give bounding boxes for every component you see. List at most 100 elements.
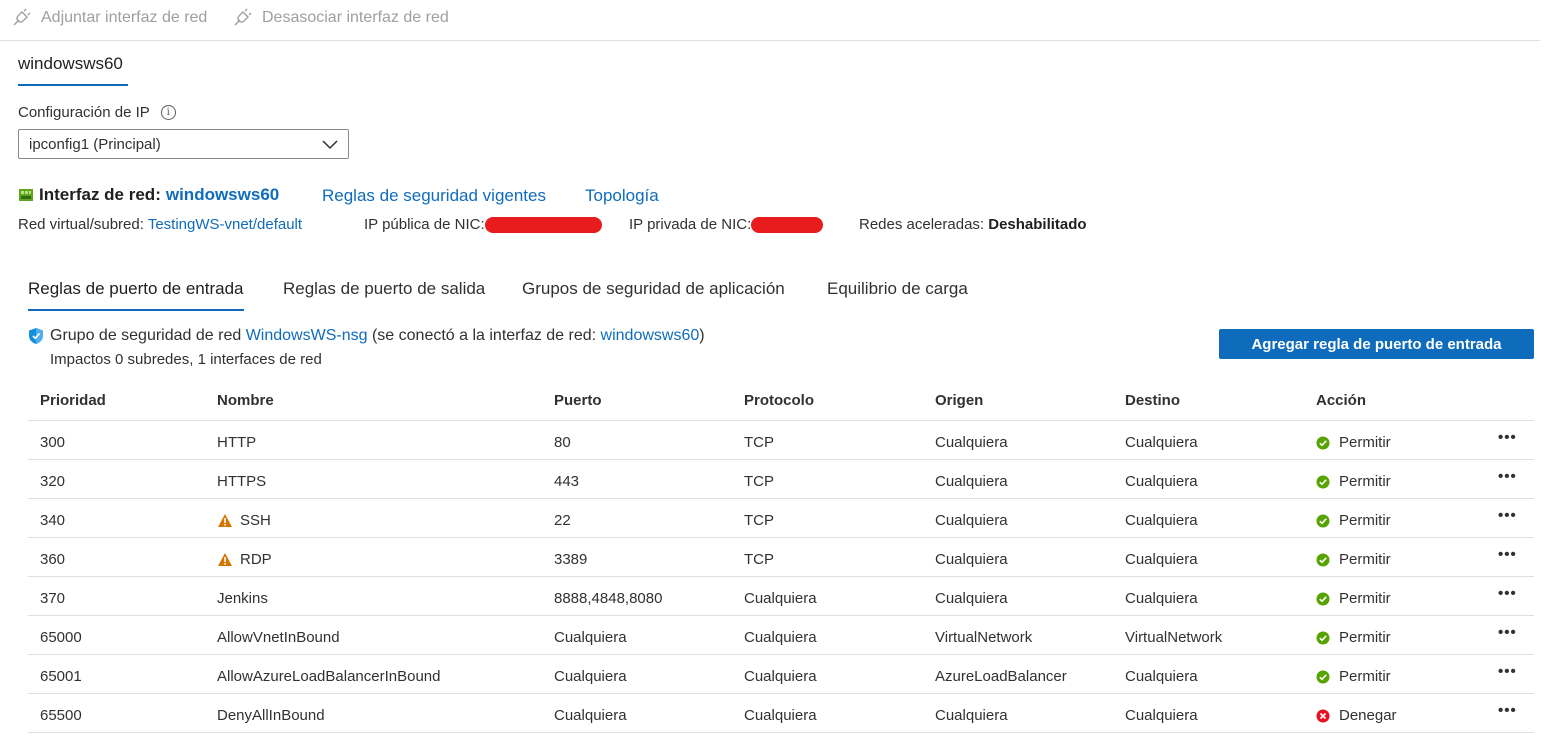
cell-destination: Cualquiera bbox=[1125, 668, 1198, 685]
more-icon[interactable]: ••• bbox=[1498, 613, 1517, 652]
column-header-name[interactable]: Nombre bbox=[217, 381, 274, 420]
column-header-source[interactable]: Origen bbox=[935, 381, 983, 420]
nsg-prefix: Grupo de seguridad de red bbox=[50, 327, 242, 344]
command-bar: Adjuntar interfaz de red Desasociar inte… bbox=[0, 0, 1540, 41]
cell-name[interactable]: SSH bbox=[217, 501, 271, 540]
cell-destination: Cualquiera bbox=[1125, 590, 1198, 607]
cell-source: Cualquiera bbox=[935, 512, 1008, 529]
table-row[interactable]: 340 SSH 22 TCP Cualquiera Cualquiera Permitir •… bbox=[28, 499, 1534, 538]
nic-name-link[interactable]: windowsws60 bbox=[166, 185, 279, 205]
table-row[interactable]: 360 RDP 3389 TCP Cualquiera Cualquiera Permiti… bbox=[28, 538, 1534, 577]
cell-source: Cualquiera bbox=[935, 551, 1008, 568]
attach-nic-button[interactable]: Adjuntar interfaz de red bbox=[11, 8, 207, 28]
column-header-port[interactable]: Puerto bbox=[554, 381, 602, 420]
cell-priority: 340 bbox=[40, 512, 66, 529]
check-circle-icon bbox=[1316, 436, 1330, 449]
vnet-link[interactable]: TestingWS-vnet/default bbox=[148, 216, 302, 233]
cell-port: 3389 bbox=[554, 551, 588, 568]
cell-action: Permitir bbox=[1316, 501, 1391, 540]
more-icon[interactable]: ••• bbox=[1498, 652, 1517, 691]
more-icon[interactable]: ••• bbox=[1498, 496, 1517, 535]
cell-destination: Cualquiera bbox=[1125, 434, 1198, 451]
add-inbound-rule-button[interactable]: Agregar regla de puerto de entrada bbox=[1219, 329, 1534, 359]
vm-tab-windowsws60[interactable]: windowsws60 bbox=[18, 54, 128, 86]
cell-port: Cualquiera bbox=[554, 668, 627, 685]
cell-name[interactable]: RDP bbox=[217, 540, 272, 579]
table-body: 300 HTTP 80 TCP Cualquiera Cualquiera Permitir… bbox=[28, 421, 1534, 733]
cell-name[interactable]: HTTP bbox=[217, 423, 256, 462]
cell-port: Cualquiera bbox=[554, 629, 627, 646]
cell-name[interactable]: AllowAzureLoadBalancerInBound bbox=[217, 657, 440, 696]
topology-link[interactable]: Topología bbox=[585, 186, 659, 206]
cell-protocol: Cualquiera bbox=[744, 668, 817, 685]
vnet-subnet-property: Red virtual/subred: TestingWS-vnet/defau… bbox=[18, 216, 302, 233]
tab-load-balancing[interactable]: Equilibrio de carga bbox=[827, 279, 968, 309]
cell-priority: 320 bbox=[40, 473, 66, 490]
action-label: Permitir bbox=[1339, 551, 1391, 568]
cell-destination: Cualquiera bbox=[1125, 707, 1198, 724]
column-header-action[interactable]: Acción bbox=[1316, 381, 1366, 420]
nsg-name-link[interactable]: WindowsWS-nsg bbox=[246, 327, 368, 345]
table-row[interactable]: 65001 AllowAzureLoadBalancerInBound Cualqu… bbox=[28, 655, 1534, 694]
more-icon[interactable]: ••• bbox=[1498, 418, 1517, 457]
cell-action: Permitir bbox=[1316, 618, 1391, 657]
public-ip-label: IP pública de NIC: bbox=[364, 216, 485, 233]
attach-nic-label: Adjuntar interfaz de red bbox=[41, 9, 208, 26]
table-header: Prioridad Nombre Puerto Protocolo Origen… bbox=[28, 382, 1534, 421]
rule-name: HTTP bbox=[217, 434, 257, 451]
table-row[interactable]: 370 Jenkins 8888,4848,8080 Cualquiera Cualqu… bbox=[28, 577, 1534, 616]
tab-inbound-rules[interactable]: Reglas de puerto de entrada bbox=[28, 279, 244, 311]
rule-name: RDP bbox=[240, 551, 272, 568]
nsg-middle: (se conectó a la interfaz de red: bbox=[371, 327, 597, 344]
redaction-mark bbox=[751, 217, 824, 234]
cell-priority: 65500 bbox=[40, 707, 82, 724]
check-circle-icon bbox=[1316, 631, 1330, 644]
table-row[interactable]: 320 HTTPS 443 TCP Cualquiera Cualquiera Permit… bbox=[28, 460, 1534, 499]
table-row[interactable]: 65500 DenyAllInBound Cualquiera Cualquiera C… bbox=[28, 694, 1534, 733]
cell-port: 80 bbox=[554, 434, 571, 451]
cell-name[interactable]: AllowVnetInBound bbox=[217, 618, 340, 657]
more-icon[interactable]: ••• bbox=[1498, 535, 1517, 574]
public-ip-property: IP pública de NIC: bbox=[364, 216, 602, 234]
info-icon[interactable]: i bbox=[160, 105, 176, 120]
detach-nic-button[interactable]: Desasociar interfaz de red bbox=[232, 8, 449, 28]
cell-name[interactable]: DenyAllInBound bbox=[217, 696, 325, 735]
cell-priority: 370 bbox=[40, 590, 66, 607]
accel-label: Redes aceleradas: bbox=[859, 216, 985, 233]
tab-outbound-rules[interactable]: Reglas de puerto de salida bbox=[283, 279, 485, 309]
more-icon[interactable]: ••• bbox=[1498, 574, 1517, 613]
accelerated-networking-property: Redes aceleradas: Deshabilitado bbox=[859, 216, 1087, 233]
action-label: Permitir bbox=[1339, 668, 1391, 685]
cell-protocol: Cualquiera bbox=[744, 629, 817, 646]
column-header-destination[interactable]: Destino bbox=[1125, 381, 1180, 420]
table-row[interactable]: 300 HTTP 80 TCP Cualquiera Cualquiera Permitir… bbox=[28, 421, 1534, 460]
redaction-mark bbox=[484, 217, 602, 234]
private-ip-label: IP privada de NIC: bbox=[629, 216, 752, 233]
cell-name[interactable]: HTTPS bbox=[217, 462, 266, 501]
action-label: Denegar bbox=[1339, 707, 1397, 724]
cell-action: Permitir bbox=[1316, 579, 1391, 618]
cell-port: 8888,4848,8080 bbox=[554, 590, 663, 607]
rule-name: AllowVnetInBound bbox=[217, 629, 340, 646]
check-circle-icon bbox=[1316, 553, 1330, 566]
ip-config-dropdown[interactable]: ipconfig1 (Principal) bbox=[18, 129, 349, 159]
cell-priority: 65001 bbox=[40, 668, 82, 685]
cell-action: Permitir bbox=[1316, 423, 1391, 462]
more-icon[interactable]: ••• bbox=[1498, 691, 1517, 730]
nsg-nic-link[interactable]: windowsws60 bbox=[601, 327, 700, 345]
network-interface-icon bbox=[19, 189, 33, 201]
cell-priority: 360 bbox=[40, 551, 66, 568]
tab-application-security-groups[interactable]: Grupos de seguridad de aplicación bbox=[522, 279, 785, 309]
cell-source: VirtualNetwork bbox=[935, 629, 1033, 646]
column-header-priority[interactable]: Prioridad bbox=[40, 381, 106, 420]
cell-protocol: TCP bbox=[744, 434, 774, 451]
cell-source: Cualquiera bbox=[935, 473, 1008, 490]
effective-security-rules-link[interactable]: Reglas de seguridad vigentes bbox=[322, 186, 546, 206]
cell-name[interactable]: Jenkins bbox=[217, 579, 268, 618]
cell-priority: 300 bbox=[40, 434, 66, 451]
ip-config-label: Configuración de IP bbox=[18, 104, 150, 121]
warning-icon bbox=[218, 514, 232, 527]
column-header-protocol[interactable]: Protocolo bbox=[744, 381, 814, 420]
table-row[interactable]: 65000 AllowVnetInBound Cualquiera Cualquier… bbox=[28, 616, 1534, 655]
more-icon[interactable]: ••• bbox=[1498, 457, 1517, 496]
